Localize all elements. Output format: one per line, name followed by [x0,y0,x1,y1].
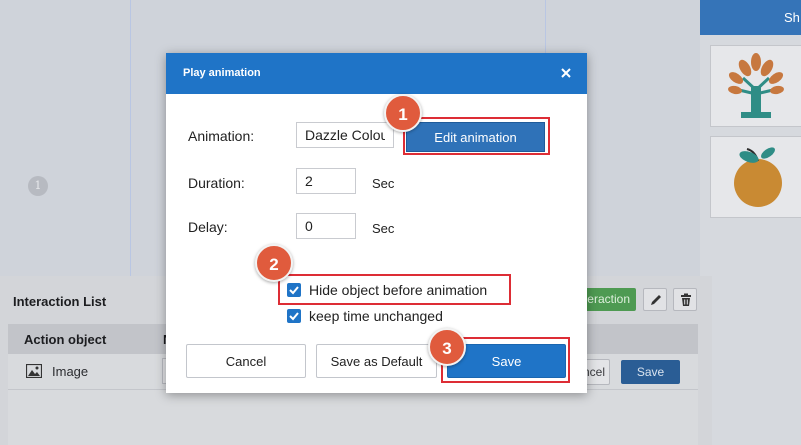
delete-interaction-button[interactable] [673,288,697,311]
animation-field[interactable] [296,122,394,148]
orange-image-icon [734,147,782,207]
cancel-button[interactable]: Cancel [186,344,306,378]
interaction-list-title: Interaction List [13,294,107,309]
callout-badge-3: 3 [428,328,466,366]
slide-number-badge: 1 [28,176,48,196]
keep-time-checkbox[interactable]: keep time unchanged [287,308,443,324]
dialog-title: Play animation [183,67,261,79]
orange-thumbnail[interactable] [710,136,801,218]
row-save-button[interactable]: Save [621,360,680,384]
duration-field[interactable] [296,168,356,194]
tree-thumbnail[interactable] [710,45,801,127]
delay-field[interactable] [296,213,356,239]
interaction-list-empty-area [8,390,698,445]
keep-time-label: keep time unchanged [309,308,443,324]
pencil-icon [651,295,661,305]
trash-icon [681,293,691,306]
duration-label: Duration: [188,175,245,191]
duration-unit: Sec [372,176,395,191]
column-action-object: Action object [24,332,107,347]
animation-label: Animation: [188,128,255,144]
row-label: Image [52,364,89,379]
close-icon[interactable] [559,66,573,80]
delay-label: Delay: [188,219,228,235]
dialog-header: Play animation [166,53,587,94]
right-panel: Sh [700,0,801,445]
tree-image-icon [728,53,784,118]
callout-highlight-edit-animation [403,117,550,155]
delay-unit: Sec [372,221,395,236]
callout-badge-1: 1 [384,94,422,132]
save-as-default-button[interactable]: Save as Default [316,344,437,378]
edit-interaction-button[interactable] [643,288,667,311]
right-panel-header[interactable]: Sh [700,0,801,35]
callout-badge-2: 2 [255,244,293,282]
canvas-guide-line [130,0,131,276]
callout-highlight-hide-object [278,274,511,305]
checkbox-checked-icon[interactable] [287,309,301,323]
image-icon [26,364,42,378]
